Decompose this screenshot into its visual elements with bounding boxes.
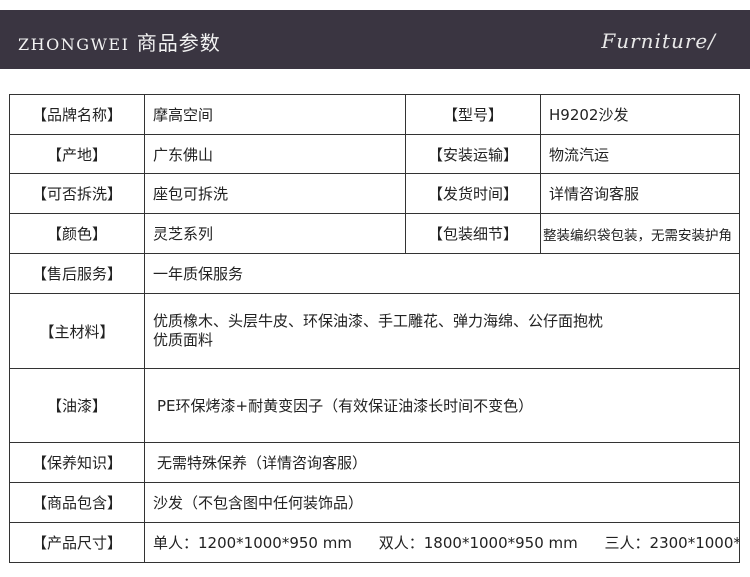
table-row: 【颜色】 灵芝系列 【包装细节】 整装编织袋包装，无需安装护角 xyxy=(9,213,740,254)
brand-cn: 商品参数 xyxy=(136,31,221,55)
color-value: 灵芝系列 xyxy=(144,213,406,254)
table-row: 【主材料】 优质橡木、头层牛皮、环保油漆、手工雕花、弹力海绵、公仔面抱枕 优质面… xyxy=(9,293,740,369)
spec-table: 【品牌名称】 摩高空间 【型号】 H9202沙发 【产地】 广东佛山 【安装运输… xyxy=(9,94,740,563)
care-label: 【保养知识】 xyxy=(9,442,145,483)
size-values: 单人：1200*1000*950 mm 双人：1800*1000*950 mm … xyxy=(144,522,740,563)
color-label: 【颜色】 xyxy=(9,213,145,254)
header-bar: ZHONGWEI 商品参数 Furniture/ xyxy=(0,10,750,69)
removable-value: 座包可拆洗 xyxy=(144,173,406,214)
shipping-label: 【安装运输】 xyxy=(405,134,541,174)
size-single: 单人：1200*1000*950 mm xyxy=(153,534,352,552)
shipping-value: 物流汽运 xyxy=(540,134,740,174)
table-row: 【商品包含】 沙发（不包含图中任何装饰品） xyxy=(9,482,740,523)
origin-value: 广东佛山 xyxy=(144,134,406,174)
table-row: 【品牌名称】 摩高空间 【型号】 H9202沙发 xyxy=(9,94,740,135)
care-value: 无需特殊保养（详情咨询客服） xyxy=(144,442,740,483)
service-value: 一年质保服务 xyxy=(144,253,740,294)
table-row: 【油漆】 PE环保烤漆+耐黄变因子（有效保证油漆长时间不变色） xyxy=(9,368,740,443)
table-row: 【保养知识】 无需特殊保养（详情咨询客服） xyxy=(9,442,740,483)
material-line-1: 优质橡木、头层牛皮、环保油漆、手工雕花、弹力海绵、公仔面抱枕 xyxy=(153,312,604,330)
model-label: 【型号】 xyxy=(405,94,541,135)
table-row: 【可否拆洗】 座包可拆洗 【发货时间】 详情咨询客服 xyxy=(9,173,740,214)
paint-label: 【油漆】 xyxy=(9,368,145,443)
delivery-label: 【发货时间】 xyxy=(405,173,541,214)
brand-latin: ZHONGWEI xyxy=(18,35,130,54)
brand-label: 【品牌名称】 xyxy=(9,94,145,135)
removable-label: 【可否拆洗】 xyxy=(9,173,145,214)
delivery-value: 详情咨询客服 xyxy=(540,173,740,214)
service-label: 【售后服务】 xyxy=(9,253,145,294)
table-row: 【产地】 广东佛山 【安装运输】 物流汽运 xyxy=(9,134,740,174)
material-line-2: 优质面料 xyxy=(153,331,214,349)
brand-value: 摩高空间 xyxy=(144,94,406,135)
material-value: 优质橡木、头层牛皮、环保油漆、手工雕花、弹力海绵、公仔面抱枕 优质面料 xyxy=(144,293,740,369)
material-label: 【主材料】 xyxy=(9,293,145,369)
size-double: 双人：1800*1000*950 mm xyxy=(378,534,578,552)
size-label: 【产品尺寸】 xyxy=(9,522,145,563)
table-row: 【产品尺寸】 单人：1200*1000*950 mm 双人：1800*1000*… xyxy=(9,522,740,563)
includes-label: 【商品包含】 xyxy=(9,482,145,523)
model-value: H9202沙发 xyxy=(540,94,740,135)
brand-title: ZHONGWEI 商品参数 xyxy=(18,27,221,56)
packing-label: 【包装细节】 xyxy=(405,213,541,254)
furniture-script: Furniture/ xyxy=(601,29,716,53)
origin-label: 【产地】 xyxy=(9,134,145,174)
table-row: 【售后服务】 一年质保服务 xyxy=(9,253,740,294)
packing-value: 整装编织袋包装，无需安装护角 xyxy=(540,213,740,254)
paint-value: PE环保烤漆+耐黄变因子（有效保证油漆长时间不变色） xyxy=(144,368,740,443)
size-triple: 三人：2300*1000*950 mm xyxy=(604,534,739,552)
includes-value: 沙发（不包含图中任何装饰品） xyxy=(144,482,740,523)
